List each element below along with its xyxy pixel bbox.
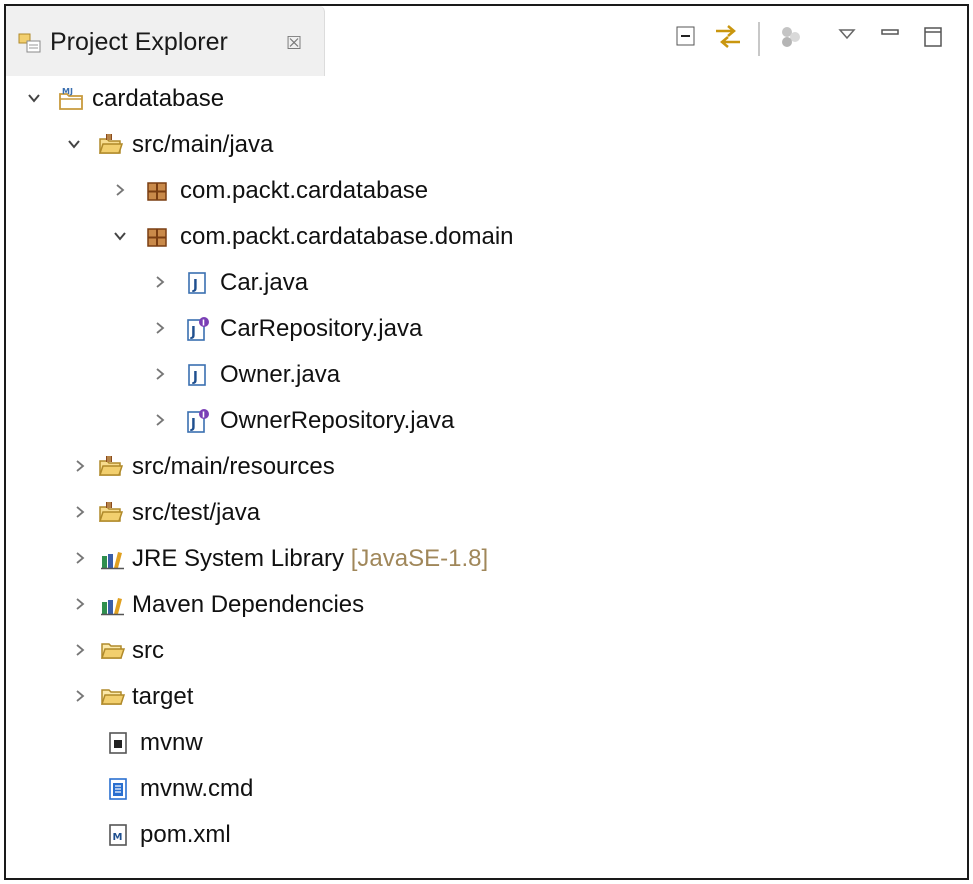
package-icon bbox=[144, 224, 170, 250]
folder-icon bbox=[100, 638, 126, 664]
tree-item-owner-java[interactable]: J Owner.java bbox=[6, 352, 967, 398]
tree-item-label: CarRepository.java bbox=[220, 315, 423, 342]
chevron-right-icon[interactable] bbox=[72, 596, 88, 612]
svg-text:J: J bbox=[192, 370, 198, 385]
tree-item-owner-repository-java[interactable]: J I OwnerRepository.java bbox=[6, 398, 967, 444]
tree-item-label: cardatabase bbox=[92, 85, 225, 112]
view-menu-icon[interactable] bbox=[838, 20, 856, 54]
tree-item-src-test-java[interactable]: src/test/java bbox=[6, 490, 967, 536]
chevron-right-icon[interactable] bbox=[112, 182, 128, 198]
source-folder-icon bbox=[98, 132, 124, 158]
view-header: Project Explorer ☒ bbox=[6, 6, 967, 76]
tree-item-src-main-java[interactable]: src/main/java bbox=[6, 122, 967, 168]
tree-item-label: Maven Dependencies bbox=[132, 591, 365, 618]
tree-item-pom-xml[interactable]: M pom.xml bbox=[6, 812, 967, 858]
svg-text:J: J bbox=[192, 278, 198, 293]
chevron-right-icon[interactable] bbox=[152, 274, 168, 290]
maven-pom-file-icon: M bbox=[106, 822, 132, 848]
svg-text:MJ: MJ bbox=[62, 87, 73, 96]
tree-item-label: Owner.java bbox=[220, 361, 341, 388]
cmd-file-icon bbox=[106, 776, 132, 802]
toolbar-separator bbox=[758, 22, 760, 56]
svg-text:M: M bbox=[113, 832, 123, 843]
tree-item-label: com.packt.cardatabase.domain bbox=[180, 223, 514, 250]
tree-item-mvnw-cmd[interactable]: mvnw.cmd bbox=[6, 766, 967, 812]
tree-item-package-domain[interactable]: com.packt.cardatabase.domain bbox=[6, 214, 967, 260]
tree-item-maven-dependencies[interactable]: Maven Dependencies bbox=[6, 582, 967, 628]
focus-on-active-task-icon[interactable] bbox=[778, 20, 804, 54]
tree-item-label: mvnw bbox=[140, 729, 203, 756]
chevron-right-icon[interactable] bbox=[72, 688, 88, 704]
link-with-editor-icon[interactable] bbox=[712, 20, 746, 54]
library-decoration: [JavaSE-1.8] bbox=[350, 545, 489, 572]
project-explorer-view: Project Explorer ☒ MJ cardatabase src/ma… bbox=[4, 4, 969, 880]
java-interface-file-icon: J I bbox=[184, 316, 210, 342]
chevron-down-icon[interactable] bbox=[66, 136, 82, 152]
tree-item-label: src/test/java bbox=[132, 499, 261, 526]
tree-item-label: com.packt.cardatabase bbox=[180, 177, 429, 204]
tree-item-label: target bbox=[132, 683, 194, 710]
chevron-down-icon[interactable] bbox=[112, 228, 128, 244]
chevron-right-icon[interactable] bbox=[152, 412, 168, 428]
java-interface-file-icon: J I bbox=[184, 408, 210, 434]
source-folder-icon bbox=[98, 500, 124, 526]
maximize-icon[interactable] bbox=[922, 20, 944, 54]
tree-item-target[interactable]: target bbox=[6, 674, 967, 720]
svg-text:I: I bbox=[202, 319, 205, 328]
tree-item-src-main-resources[interactable]: src/main/resources bbox=[6, 444, 967, 490]
source-folder-icon bbox=[98, 454, 124, 480]
chevron-right-icon[interactable] bbox=[152, 320, 168, 336]
svg-text:J: J bbox=[190, 325, 196, 340]
tree-item-label: mvnw.cmd bbox=[140, 775, 254, 802]
java-file-icon: J bbox=[184, 362, 210, 388]
tree-item-label: Car.java bbox=[220, 269, 309, 296]
tree-item-car-repository-java[interactable]: J I CarRepository.java bbox=[6, 306, 967, 352]
project-explorer-tab[interactable]: Project Explorer ☒ bbox=[6, 6, 325, 76]
svg-text:J: J bbox=[190, 417, 196, 432]
collapse-all-icon[interactable] bbox=[674, 20, 698, 54]
library-icon bbox=[100, 592, 126, 618]
package-icon bbox=[144, 178, 170, 204]
project-explorer-icon bbox=[18, 32, 42, 54]
library-icon bbox=[100, 546, 126, 572]
folder-icon bbox=[100, 684, 126, 710]
tree-item-package-cardatabase[interactable]: com.packt.cardatabase bbox=[6, 168, 967, 214]
tree-item-cardatabase[interactable]: MJ cardatabase bbox=[6, 76, 967, 122]
java-file-icon: J bbox=[184, 270, 210, 296]
chevron-right-icon[interactable] bbox=[72, 642, 88, 658]
tree-item-label: pom.xml bbox=[140, 821, 231, 848]
chevron-right-icon[interactable] bbox=[72, 504, 88, 520]
minimize-icon[interactable] bbox=[880, 20, 900, 54]
svg-text:I: I bbox=[202, 411, 205, 420]
chevron-right-icon[interactable] bbox=[72, 458, 88, 474]
close-icon[interactable]: ☒ bbox=[286, 33, 302, 54]
chevron-right-icon[interactable] bbox=[72, 550, 88, 566]
tree-item-src[interactable]: src bbox=[6, 628, 967, 674]
tree-item-car-java[interactable]: J Car.java bbox=[6, 260, 967, 306]
tree-item-jre-system-library[interactable]: JRE System Library [JavaSE-1.8] bbox=[6, 536, 967, 582]
file-icon bbox=[106, 730, 132, 756]
view-title: Project Explorer bbox=[50, 28, 228, 56]
library-name: JRE System Library bbox=[132, 545, 345, 572]
tree-item-label: src/main/java bbox=[132, 131, 274, 158]
tree-item-label: OwnerRepository.java bbox=[220, 407, 455, 434]
chevron-down-icon[interactable] bbox=[26, 90, 42, 106]
tree-item-label: src bbox=[132, 637, 164, 664]
tree-item-label: JRE System Library [JavaSE-1.8] bbox=[132, 545, 488, 573]
tree-item-mvnw[interactable]: mvnw bbox=[6, 720, 967, 766]
chevron-right-icon[interactable] bbox=[152, 366, 168, 382]
maven-project-icon: MJ bbox=[58, 86, 84, 112]
tree-item-label: src/main/resources bbox=[132, 453, 335, 480]
